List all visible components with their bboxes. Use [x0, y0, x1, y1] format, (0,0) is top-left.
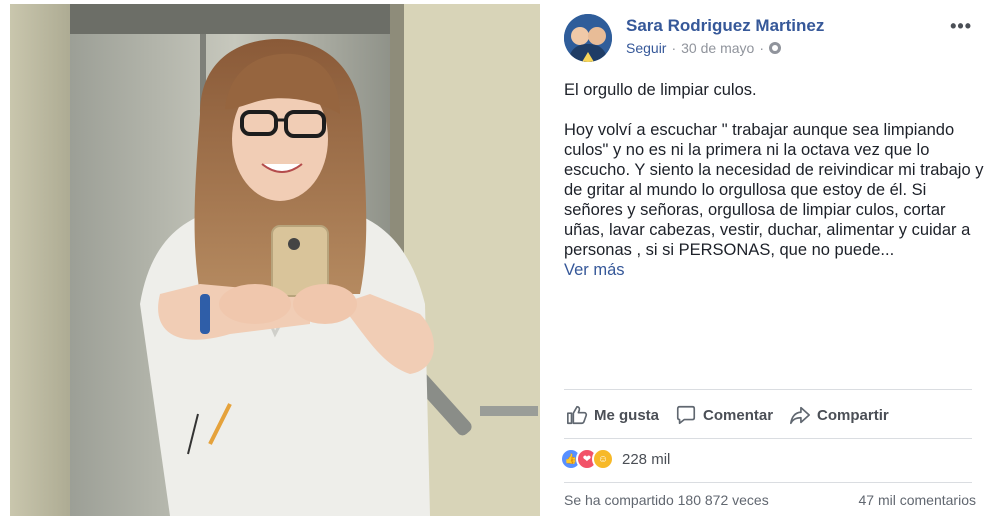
comment-label: Comentar: [703, 406, 774, 424]
reaction-icons: 👍 ❤ ☺: [560, 448, 614, 470]
haha-icon: ☺: [592, 448, 614, 470]
share-button[interactable]: Compartir: [789, 404, 889, 426]
like-label: Me gusta: [594, 406, 660, 424]
globe-icon[interactable]: [768, 42, 781, 54]
more-options-button[interactable]: •••: [950, 16, 972, 37]
share-icon: [790, 406, 811, 425]
action-bar: Me gusta Comentar Compartir: [566, 400, 986, 430]
comment-button[interactable]: Comentar: [675, 404, 773, 426]
divider: [564, 389, 972, 390]
meta-separator: ·: [671, 40, 677, 56]
divider: [564, 482, 972, 483]
post-stats: Se ha compartido 180 872 veces 47 mil co…: [564, 492, 976, 508]
thumbs-up-icon: [567, 405, 588, 425]
post-title-line: El orgullo de limpiar culos.: [564, 81, 757, 99]
post-body: Hoy volví a escuchar " trabajar aunque s…: [564, 121, 984, 259]
post-meta: Seguir · 30 de mayo ·: [626, 40, 781, 56]
post-photo[interactable]: [10, 4, 540, 516]
shares-count[interactable]: Se ha compartido 180 872 veces: [564, 492, 769, 508]
author-name[interactable]: Sara Rodriguez Martinez: [626, 16, 824, 36]
reaction-count: 228 mil: [622, 450, 671, 468]
share-label: Compartir: [817, 406, 889, 424]
see-more-link[interactable]: Ver más: [564, 260, 984, 280]
post-date[interactable]: 30 de mayo: [681, 40, 754, 56]
meta-separator: ·: [759, 40, 764, 56]
divider: [564, 438, 972, 439]
like-button[interactable]: Me gusta: [566, 404, 659, 426]
follow-link[interactable]: Seguir: [626, 40, 666, 56]
post-panel: Sara Rodriguez Martinez Seguir · 30 de m…: [548, 0, 1000, 520]
comment-icon: [676, 405, 696, 425]
comments-count[interactable]: 47 mil comentarios: [859, 492, 977, 508]
post-text: El orgullo de limpiar culos. Hoy volví a…: [564, 80, 984, 280]
author-avatar[interactable]: [564, 14, 612, 62]
reactions-summary[interactable]: 👍 ❤ ☺ 228 mil: [560, 448, 670, 470]
